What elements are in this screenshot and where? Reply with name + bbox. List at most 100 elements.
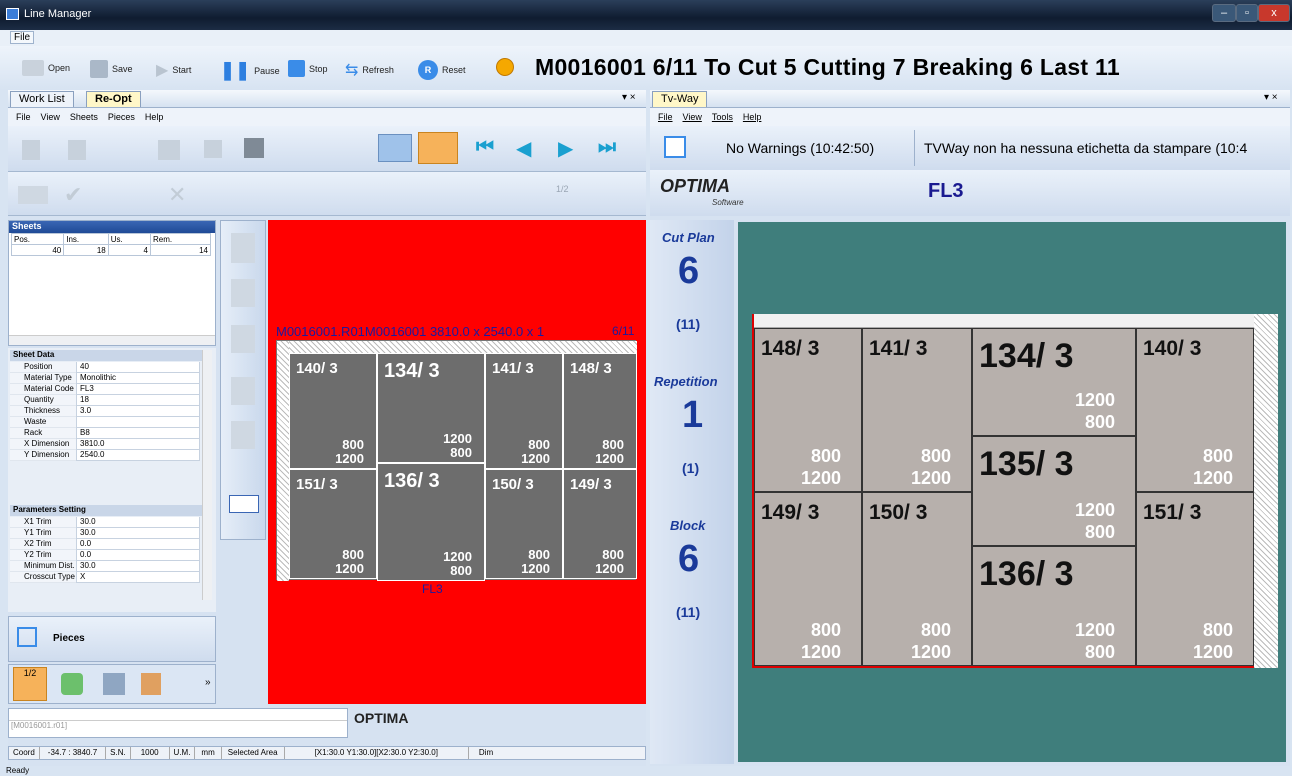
more-icon[interactable]: » [205, 677, 211, 688]
property-value[interactable]: 3810.0 [76, 439, 200, 450]
tool-3-icon[interactable] [231, 325, 255, 353]
property-row[interactable]: X Dimension 3810.0 [10, 439, 200, 450]
property-row[interactable]: Minimum Dist. 30.0 [10, 561, 200, 572]
table-row[interactable]: 40 18 4 14 [10, 244, 211, 256]
property-value[interactable]: 0.0 [76, 539, 200, 550]
stop-button[interactable]: Stop [288, 60, 328, 77]
property-row[interactable]: Waste [10, 417, 200, 428]
property-value[interactable]: 30.0 [76, 561, 200, 572]
horizontal-scrollbar[interactable] [9, 335, 215, 345]
label-print-icon[interactable] [664, 136, 686, 158]
big-piece-4[interactable]: 149/ 3 800 1200 [754, 492, 862, 666]
piece-8[interactable]: 136/ 3 1200 800 [377, 463, 485, 581]
right-menu-view[interactable]: View [683, 112, 702, 122]
left-menu-pieces[interactable]: Pieces [108, 112, 135, 122]
layout-single-icon[interactable] [418, 132, 458, 164]
right-menu-tools[interactable]: Tools [712, 112, 733, 122]
big-piece-2[interactable]: 134/ 3 1200 800 [972, 328, 1136, 436]
prev-icon[interactable]: ◀ [516, 136, 531, 161]
pause-button[interactable]: ❚❚ Pause [220, 60, 280, 81]
property-value[interactable]: 2540.0 [76, 450, 200, 461]
right-menu-help[interactable]: Help [743, 112, 762, 122]
piece-2[interactable]: 141/ 3 800 1200 [485, 353, 563, 469]
piece-1[interactable]: 134/ 3 1200 800 [377, 353, 485, 463]
start-button[interactable]: ▶ Start [156, 60, 191, 80]
property-value[interactable]: 30.0 [76, 528, 200, 539]
property-value[interactable]: 30.0 [76, 517, 200, 528]
fraction-button[interactable]: 1/2 [13, 667, 47, 701]
property-value[interactable]: B8 [76, 428, 200, 439]
property-row[interactable]: Thickness 3.0 [10, 406, 200, 417]
zoom-doc-icon[interactable] [141, 673, 161, 695]
refresh-button[interactable]: ⇆ Refresh [345, 60, 394, 80]
property-value[interactable]: 0.0 [76, 550, 200, 561]
piece-4[interactable]: 151/ 3 800 1200 [289, 469, 377, 579]
big-piece-3[interactable]: 140/ 3 800 1200 [1136, 328, 1254, 492]
pieces-button[interactable]: Pieces [8, 616, 216, 662]
save-disk-icon[interactable] [204, 140, 222, 158]
property-row[interactable]: Crosscut Type X [10, 572, 200, 583]
property-value[interactable]: 18 [76, 395, 200, 406]
tab-work-list[interactable]: Work List [10, 91, 74, 107]
left-menu-view[interactable]: View [41, 112, 60, 122]
right-pane-close-icon[interactable]: ▾ × [1264, 92, 1278, 103]
open-button[interactable]: Open [22, 60, 70, 76]
tool-5-icon[interactable] [231, 421, 255, 449]
cutting-view[interactable]: 148/ 3 800 1200 141/ 3 800 1200 134/ 3 1200 800 1… [738, 222, 1286, 762]
piece-3[interactable]: 148/ 3 800 1200 [563, 353, 637, 469]
left-menu-sheets[interactable]: Sheets [70, 112, 98, 122]
property-row[interactable]: X1 Trim 30.0 [10, 517, 200, 528]
reopt-canvas[interactable]: M0016001.R01M0016001 3810.0 x 2540.0 x 1… [268, 220, 646, 704]
property-value[interactable]: 3.0 [76, 406, 200, 417]
property-row[interactable]: Material Type Monolithic [10, 373, 200, 384]
property-row[interactable]: Y Dimension 2540.0 [10, 450, 200, 461]
piece-6[interactable]: 150/ 3 800 1200 [485, 469, 563, 579]
left-menu-help[interactable]: Help [145, 112, 164, 122]
maximize-button[interactable]: ▫ [1236, 4, 1258, 22]
property-row[interactable]: Y1 Trim 30.0 [10, 528, 200, 539]
tab-re-opt[interactable]: Re-Opt [86, 91, 141, 107]
minimize-button[interactable]: – [1212, 4, 1236, 22]
last-icon[interactable]: ⏭ [598, 136, 616, 159]
property-value[interactable]: Monolithic [76, 373, 200, 384]
property-row[interactable]: Rack B8 [10, 428, 200, 439]
pane-close-icon[interactable]: ▾ × [622, 92, 636, 103]
big-piece-8[interactable]: 136/ 3 1200 800 [972, 546, 1136, 666]
tool-4-icon[interactable] [231, 377, 255, 405]
close-button[interactable]: x [1258, 4, 1290, 22]
property-row[interactable]: Quantity 18 [10, 395, 200, 406]
property-row[interactable]: Position 40 [10, 362, 200, 373]
menu-file[interactable]: File [10, 31, 35, 44]
print-icon[interactable] [244, 138, 264, 158]
property-row[interactable]: Material Code FL3 [10, 384, 200, 395]
big-piece-0[interactable]: 148/ 3 800 1200 [754, 328, 862, 492]
property-row[interactable]: Y2 Trim 0.0 [10, 550, 200, 561]
tab-tv-way[interactable]: Tv-Way [652, 91, 708, 107]
first-icon[interactable]: ⏮ [476, 136, 494, 159]
add-piece-icon[interactable] [18, 186, 48, 204]
delete-page-icon[interactable] [68, 140, 86, 160]
property-value[interactable] [76, 417, 200, 428]
layout-grid-icon[interactable] [378, 134, 412, 162]
page-icon[interactable] [22, 140, 40, 160]
recycle-icon[interactable] [61, 673, 83, 695]
next-icon[interactable]: ▶ [558, 136, 573, 161]
big-piece-1[interactable]: 141/ 3 800 1200 [862, 328, 972, 492]
import-icon[interactable] [158, 140, 180, 160]
tool-2-icon[interactable] [231, 279, 255, 307]
fraction-tool-icon[interactable]: 1/2 [556, 184, 569, 194]
reset-button[interactable]: R Reset [418, 60, 466, 80]
left-menu-file[interactable]: File [16, 112, 31, 122]
property-value[interactable]: 40 [76, 362, 200, 373]
tool-1-icon[interactable] [231, 233, 255, 263]
undo-icon[interactable] [229, 495, 259, 513]
property-row[interactable]: X2 Trim 0.0 [10, 539, 200, 550]
vertical-scrollbar[interactable] [202, 350, 212, 600]
property-value[interactable]: X [76, 572, 200, 583]
big-piece-7[interactable]: 151/ 3 800 1200 [1136, 492, 1254, 666]
big-piece-5[interactable]: 150/ 3 800 1200 [862, 492, 972, 666]
edit-icon[interactable] [103, 673, 125, 695]
right-menu-file[interactable]: File [658, 112, 673, 122]
save-button[interactable]: Save [90, 60, 133, 78]
property-value[interactable]: FL3 [76, 384, 200, 395]
